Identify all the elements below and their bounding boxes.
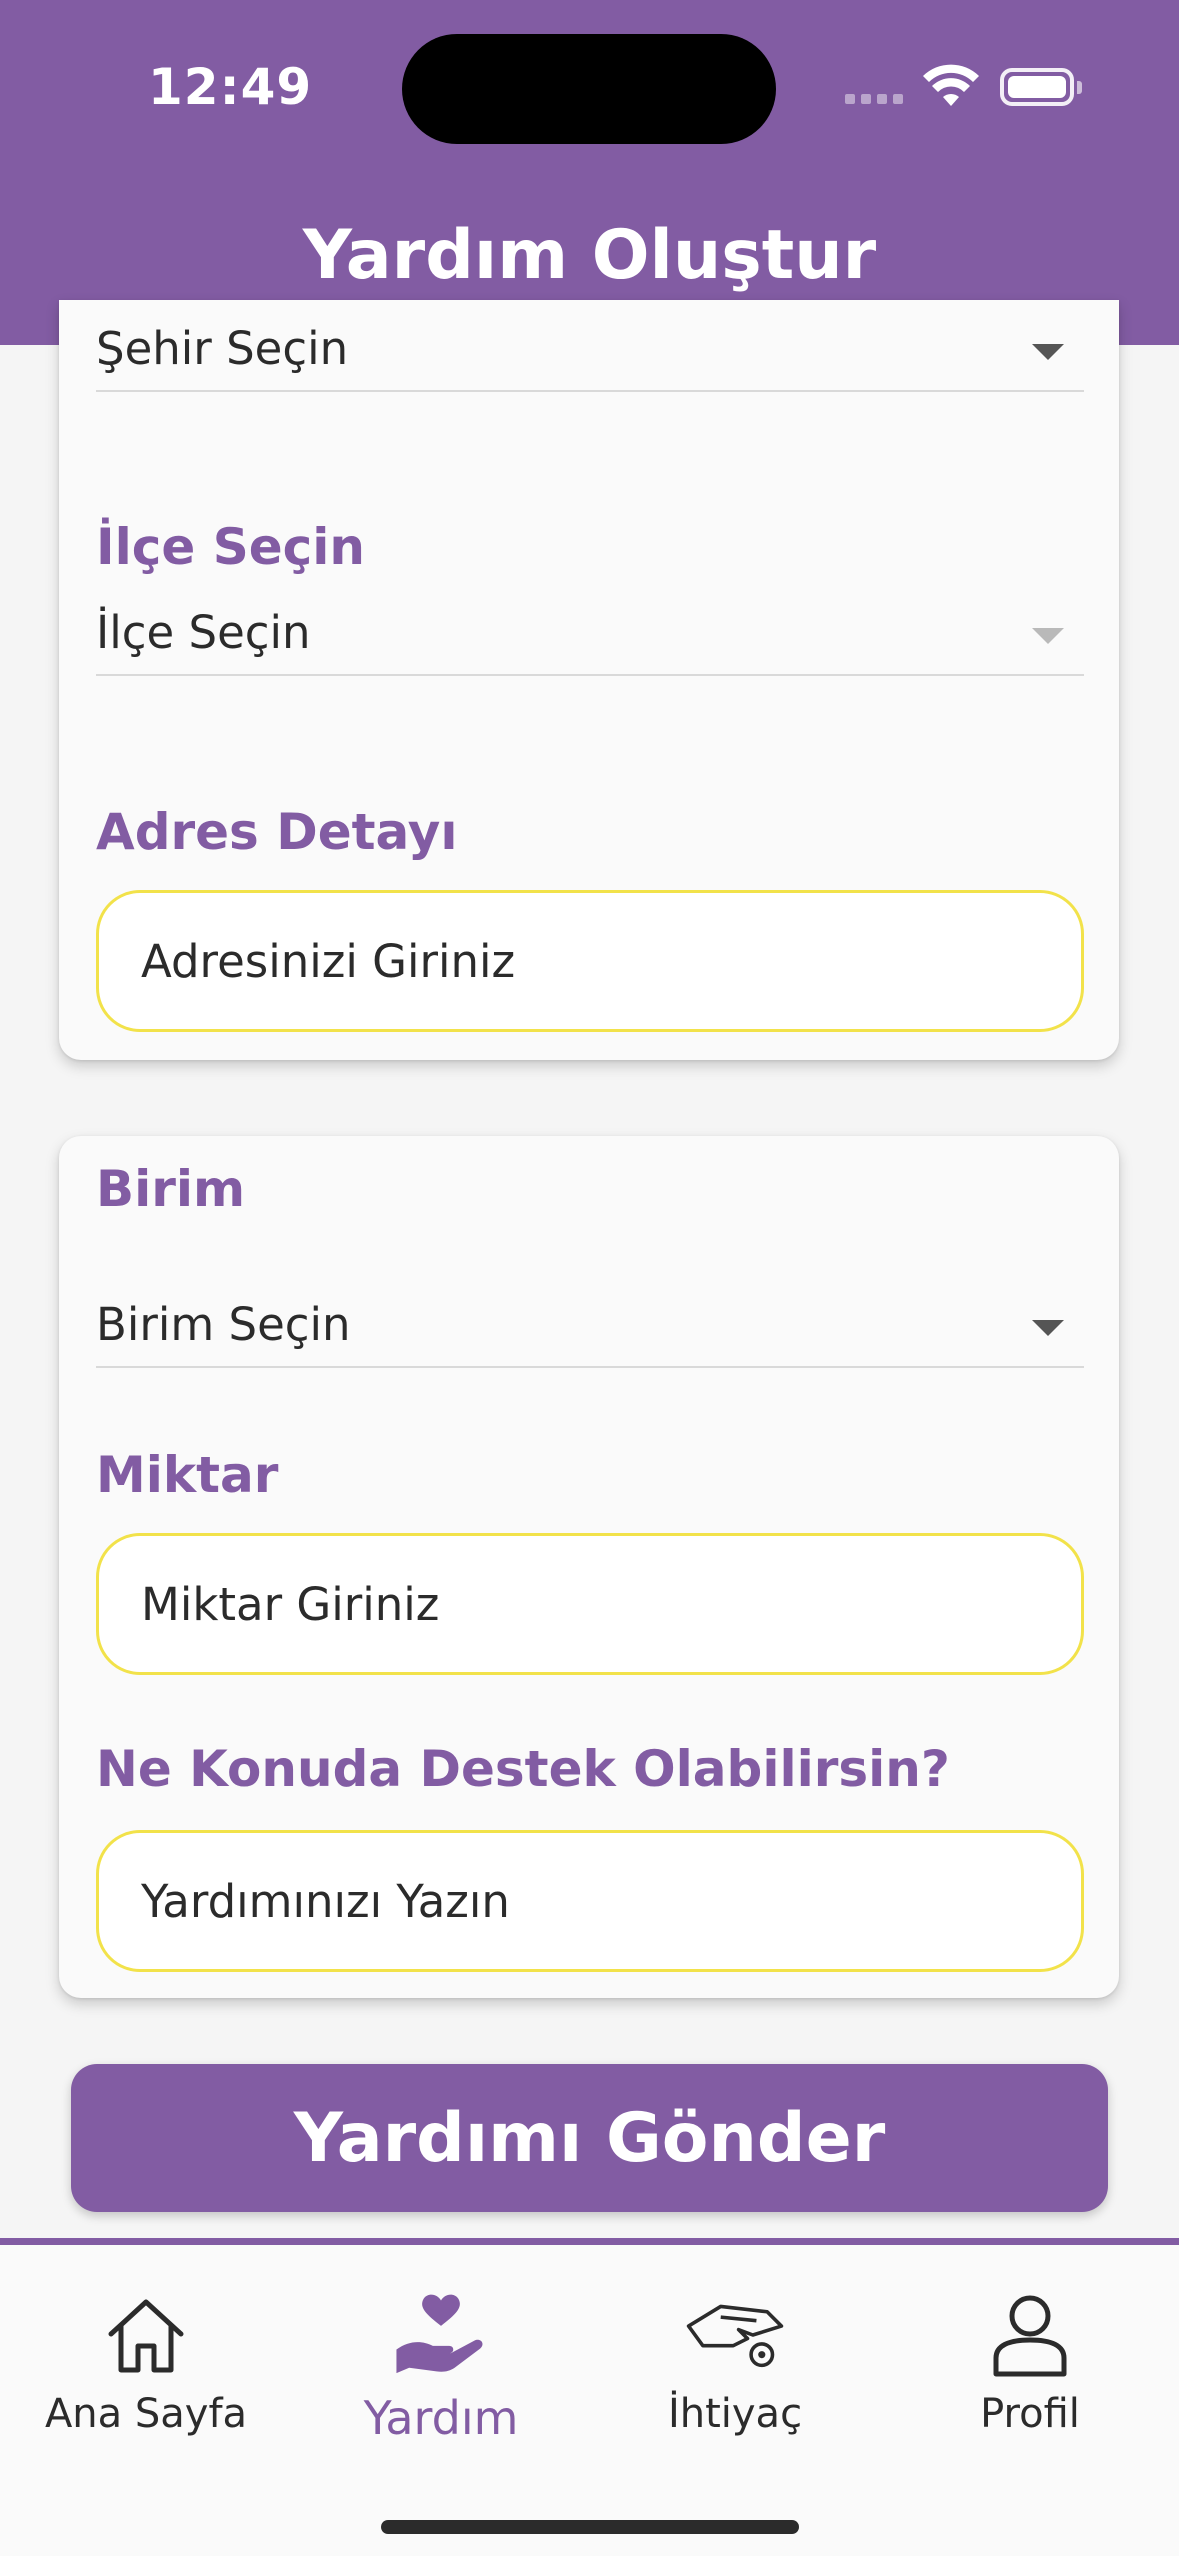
- address-detail-label: Adres Detayı: [96, 803, 458, 861]
- amount-input[interactable]: [141, 1536, 1041, 1672]
- district-dropdown-value: İlçe Seçin: [96, 606, 311, 659]
- helping-hand-heart-icon: [391, 2285, 491, 2385]
- address-field[interactable]: [96, 890, 1084, 1032]
- nav-item-need[interactable]: İhtiyaç: [605, 2285, 865, 2465]
- nav-label-profile: Profil: [980, 2391, 1080, 2437]
- battery-icon: [1000, 68, 1082, 106]
- amount-label: Miktar: [96, 1446, 279, 1504]
- nav-item-profile[interactable]: Profil: [900, 2285, 1160, 2465]
- support-label: Ne Konuda Destek Olabilirsin?: [96, 1740, 950, 1798]
- nav-label-home: Ana Sayfa: [44, 2391, 248, 2437]
- address-input[interactable]: [141, 893, 1041, 1029]
- user-icon: [980, 2285, 1080, 2385]
- page-title: Yardım Oluştur: [302, 216, 877, 295]
- submit-help-button[interactable]: Yardımı Gönder: [71, 2064, 1108, 2212]
- chevron-down-icon: [1032, 344, 1064, 360]
- address-card: Şehir Seçin İlçe Seçin İlçe Seçin Adres …: [59, 300, 1119, 1060]
- chevron-down-icon: [1032, 1320, 1064, 1336]
- details-card: Birim Birim Seçin Miktar Ne Konuda Deste…: [59, 1136, 1119, 1998]
- status-time: 12:49: [148, 58, 313, 116]
- nav-label-need: İhtiyaç: [667, 2391, 803, 2437]
- amount-field[interactable]: [96, 1533, 1084, 1675]
- nav-item-help[interactable]: Yardım: [311, 2285, 571, 2465]
- unit-dropdown-value: Birim Seçin: [96, 1298, 351, 1351]
- city-dropdown-value: Şehir Seçin: [96, 322, 349, 375]
- chevron-down-icon: [1032, 628, 1064, 644]
- district-label: İlçe Seçin: [96, 518, 365, 576]
- nav-item-home[interactable]: Ana Sayfa: [16, 2285, 276, 2465]
- unit-label: Birim: [96, 1160, 246, 1218]
- home-icon: [96, 2285, 196, 2385]
- nav-label-help: Yardım: [363, 2391, 519, 2445]
- hand-coin-icon: [685, 2285, 785, 2385]
- unit-dropdown[interactable]: Birim Seçin: [96, 1276, 1084, 1368]
- support-field[interactable]: [96, 1830, 1084, 1972]
- cellular-signal-icon: [845, 94, 905, 104]
- bottom-nav: Ana Sayfa Yardım İhtiyaç Profil: [0, 2238, 1179, 2556]
- city-dropdown[interactable]: Şehir Seçin: [96, 300, 1084, 392]
- support-input[interactable]: [141, 1833, 1041, 1969]
- dynamic-island: [402, 34, 776, 144]
- home-indicator[interactable]: [381, 2520, 799, 2534]
- district-dropdown[interactable]: İlçe Seçin: [96, 584, 1084, 676]
- wifi-icon: [923, 64, 979, 106]
- app-header: 12:49 Yardım Oluştur: [0, 0, 1179, 345]
